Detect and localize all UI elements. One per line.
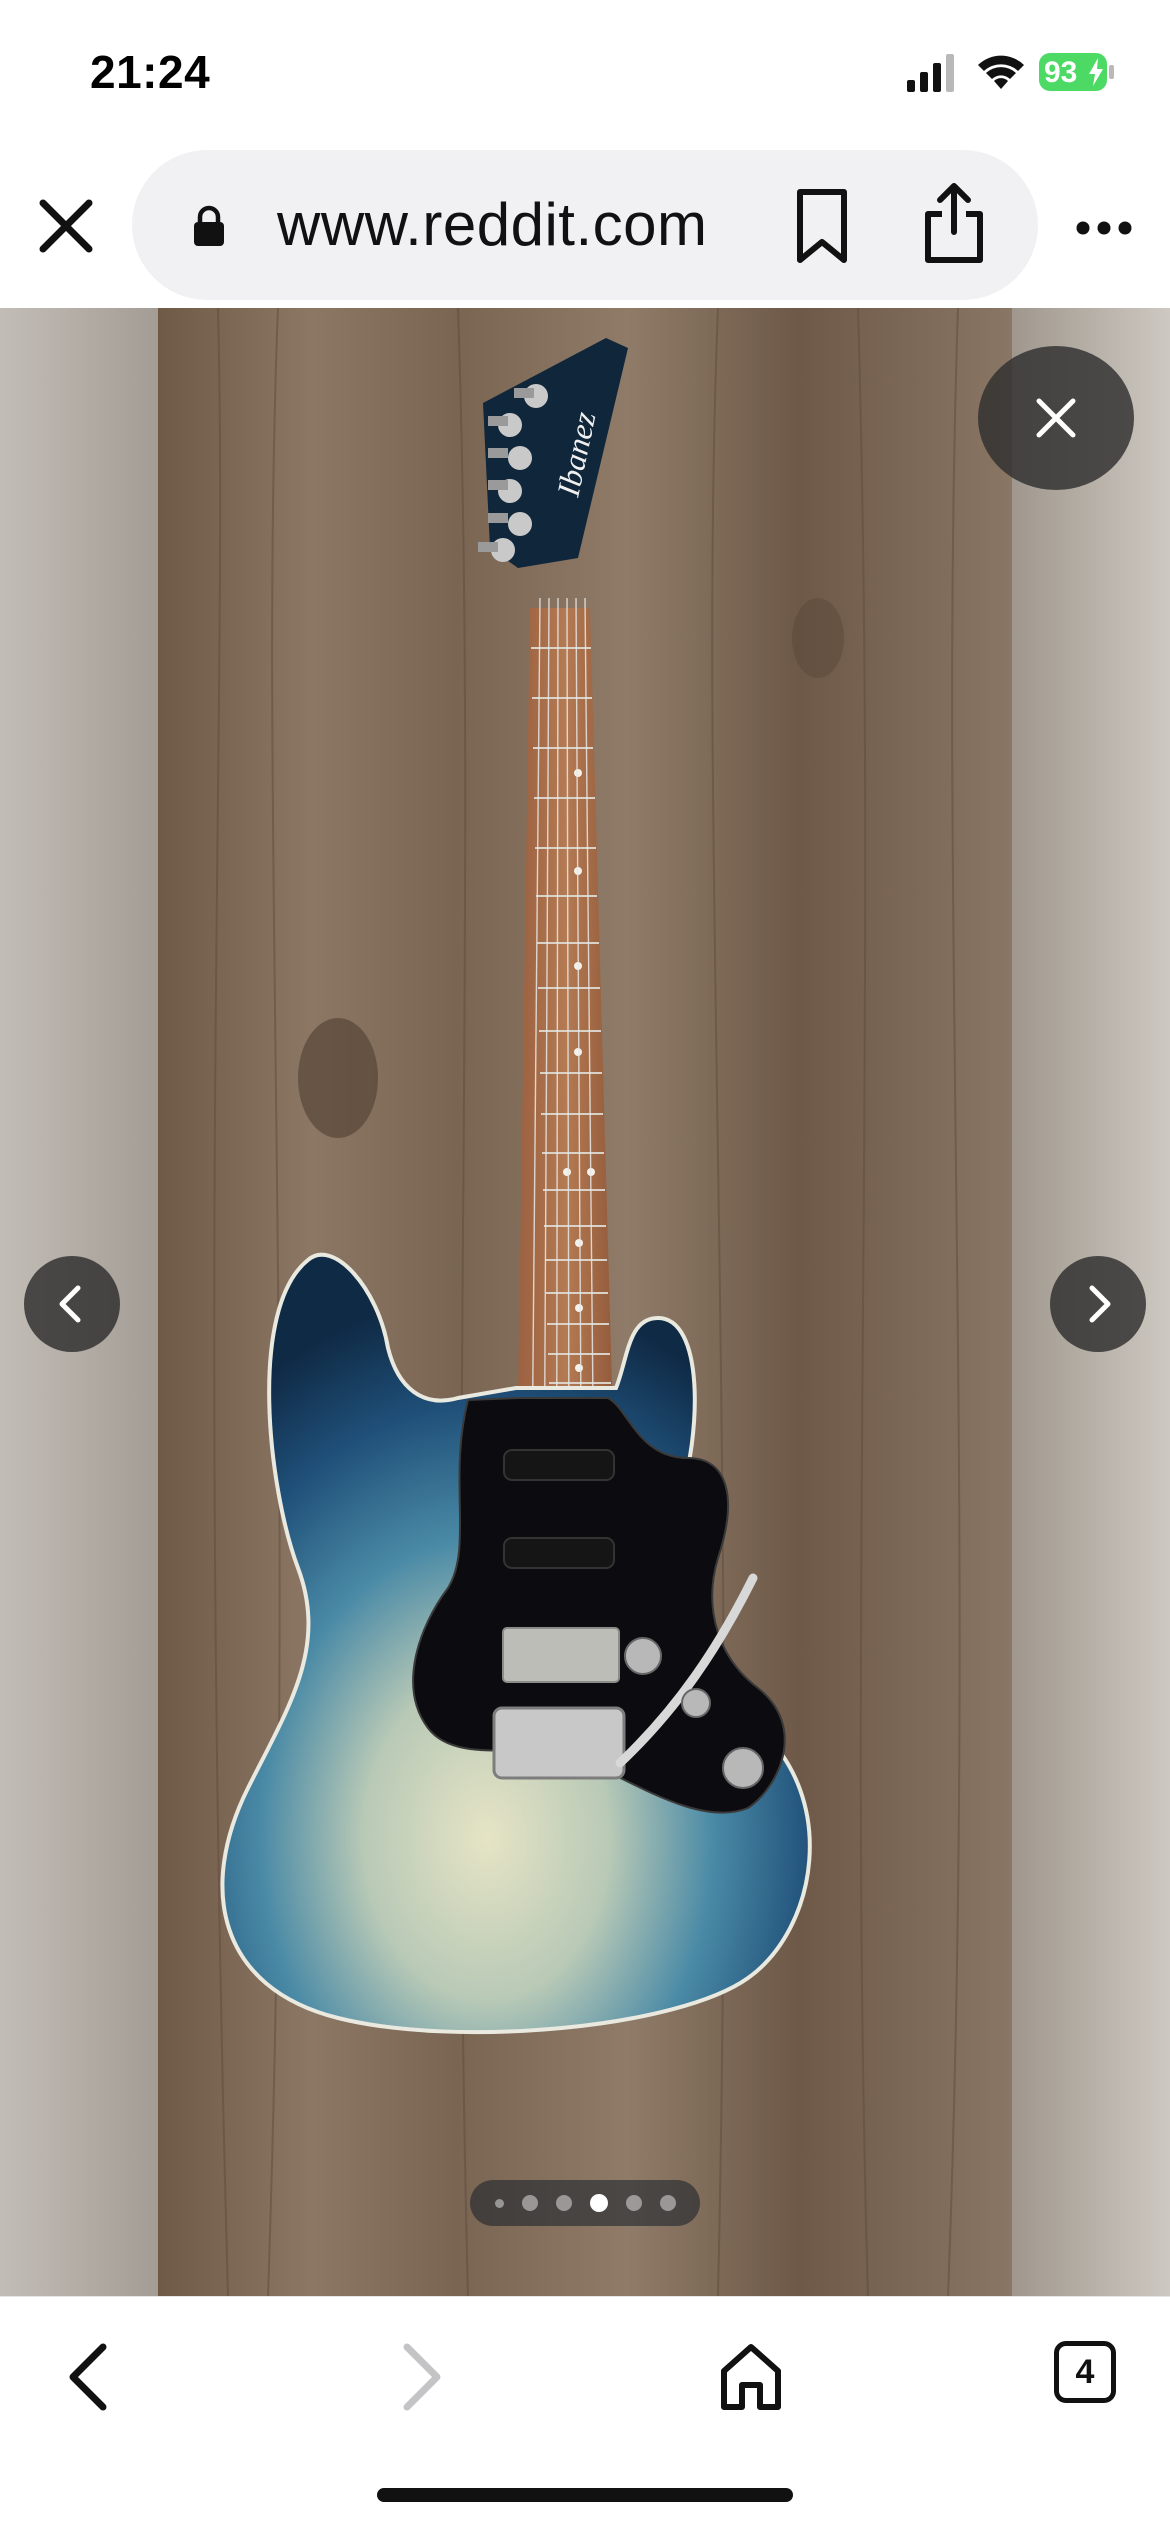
browser-nav-bar: www.reddit.com <box>0 150 1170 308</box>
image-pager[interactable] <box>470 2180 700 2226</box>
signal-icon <box>907 54 954 92</box>
battery-icon: 93 <box>1038 52 1116 92</box>
close-viewer-button[interactable] <box>978 346 1134 490</box>
home-icon[interactable] <box>716 2335 786 2415</box>
page-dot[interactable] <box>625 2195 642 2211</box>
close-icon <box>1036 398 1076 438</box>
battery-percent: 93 <box>1044 56 1078 89</box>
page-dot-active[interactable] <box>589 2194 608 2212</box>
tabs-count: 4 <box>1075 2353 1095 2391</box>
next-image-button[interactable] <box>1050 1256 1146 1352</box>
page-dot[interactable] <box>521 2195 538 2211</box>
page-dot[interactable] <box>555 2195 572 2211</box>
bookmark-icon[interactable] <box>792 188 852 264</box>
url-text: www.reddit.com <box>277 191 708 258</box>
chevron-right-icon <box>1089 1285 1111 1323</box>
share-icon[interactable] <box>922 180 986 266</box>
status-bar: 21:24 93 <box>0 0 1170 150</box>
clock: 21:24 <box>90 46 211 98</box>
tabs-button[interactable]: 4 <box>1054 2341 1116 2403</box>
address-bar[interactable]: www.reddit.com <box>132 150 1038 300</box>
image-viewer: Ibanez <box>0 308 1170 2296</box>
forward-icon[interactable] <box>385 2337 455 2417</box>
charging-bolt-icon <box>1089 58 1103 86</box>
lock-icon <box>194 205 224 246</box>
guitar-photo[interactable]: Ibanez <box>158 308 1012 2296</box>
previous-image-button[interactable] <box>24 1256 120 1352</box>
back-icon[interactable] <box>55 2337 125 2417</box>
page-dot[interactable] <box>659 2195 676 2211</box>
close-icon[interactable] <box>35 195 97 257</box>
home-indicator[interactable] <box>377 2488 793 2502</box>
chevron-left-icon <box>59 1285 81 1323</box>
page-dot[interactable] <box>494 2198 504 2208</box>
wifi-icon <box>978 55 1024 89</box>
more-icon[interactable] <box>1075 220 1133 236</box>
